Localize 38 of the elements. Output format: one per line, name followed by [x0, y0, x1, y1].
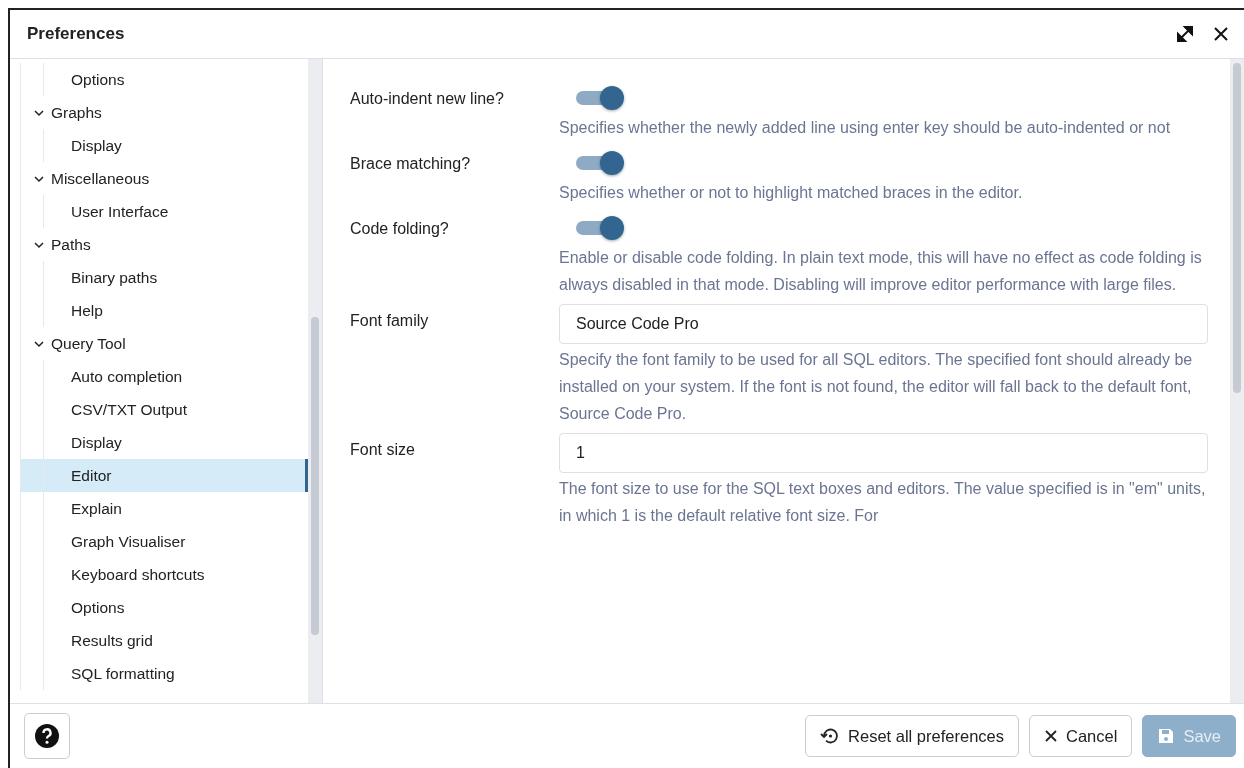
tree-item[interactable]: Explain: [21, 492, 308, 525]
help-button[interactable]: [24, 713, 70, 759]
setting-label: Brace matching?: [350, 154, 472, 174]
window-title: Preferences: [27, 24, 125, 44]
tree-item[interactable]: User Interface: [21, 195, 308, 228]
tree-item[interactable]: Results grid: [21, 624, 308, 657]
input-field[interactable]: Source Code Pro: [559, 304, 1208, 344]
setting-label: Font size: [350, 440, 416, 460]
reset-icon: [820, 726, 841, 746]
help-icon: [34, 723, 60, 749]
tree-item[interactable]: Editor: [21, 459, 308, 492]
tree-item[interactable]: SQL formatting: [21, 657, 308, 690]
tree-item[interactable]: Options: [21, 63, 308, 96]
tree-item[interactable]: Binary paths: [21, 261, 308, 294]
scrollbar[interactable]: [308, 59, 322, 703]
setting-description: Specifies whether the newly added line using enter key should be auto-indented or not: [559, 118, 1172, 138]
input-field[interactable]: 1: [559, 433, 1208, 473]
setting-label: Font family: [350, 311, 430, 331]
tree-item[interactable]: Display: [21, 129, 308, 162]
scrollbar[interactable]: [1230, 59, 1244, 703]
tree-item[interactable]: CSV/TXT Output: [21, 393, 308, 426]
cancel-button[interactable]: Cancel: [1029, 715, 1133, 757]
tree-item[interactable]: Graph Visualiser: [21, 525, 308, 558]
tree-item[interactable]: Options: [21, 591, 308, 624]
tree-item[interactable]: Keyboard shortcuts: [21, 558, 308, 591]
setting-description: Enable or disable code folding. In plain text mode, this will have no effect as code folding is always disabled in that mode. Disabling will improve editor performance with large files.: [559, 248, 1203, 295]
tree-item[interactable]: Display: [21, 426, 308, 459]
setting-description: Specify the font family to be used for all SQL editors. The specified font should already be installed on your system. If the font is not found, the editor will fall back to the default font, Source Code Pro.: [559, 350, 1194, 424]
setting-label: Auto-indent new line?: [350, 89, 505, 109]
setting-label: Code folding?: [350, 219, 450, 239]
setting-description: Specifies whether or not to highlight matched braces in the editor.: [559, 183, 1024, 203]
close-icon: [1044, 729, 1058, 743]
expand-icon[interactable]: [1174, 23, 1196, 45]
reset-button[interactable]: Reset all preferences: [805, 715, 1019, 757]
setting-description: The font size to use for the SQL text boxes and editors. The value specified is in "em" units, in which 1 is the default relative font size. For: [559, 479, 1207, 526]
tree-item[interactable]: Auto completion: [21, 360, 308, 393]
tree-item[interactable]: Help: [21, 294, 308, 327]
close-icon[interactable]: [1212, 25, 1230, 43]
